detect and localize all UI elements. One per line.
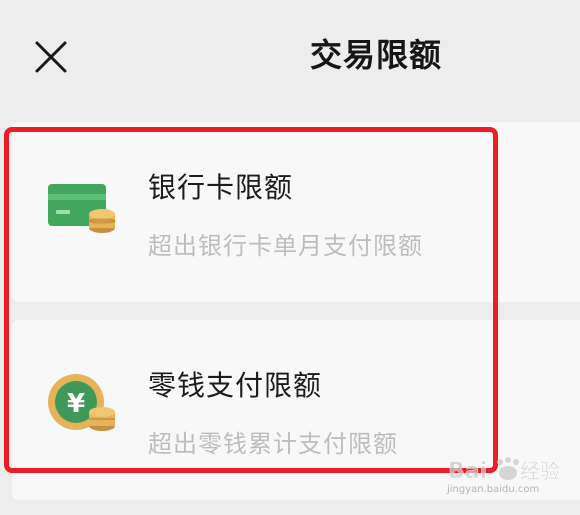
close-icon bbox=[35, 41, 67, 73]
wallet-yuan-coins-icon: ¥ bbox=[46, 370, 126, 440]
wallet-limit-subtitle: 超出零钱累计支付限额 bbox=[148, 430, 398, 458]
watermark-url: jingyan.baidu.com bbox=[447, 484, 540, 495]
svg-text:¥: ¥ bbox=[67, 389, 85, 419]
page-title: 交易限额 bbox=[310, 36, 443, 74]
svg-text:经验: 经验 bbox=[520, 459, 560, 483]
svg-text:Bai: Bai bbox=[448, 459, 487, 484]
wallet-limit-title: 零钱支付限额 bbox=[148, 369, 323, 402]
header-bar: 交易限额 bbox=[0, 0, 580, 118]
bank-card-limit-item[interactable]: 银行卡限额 超出银行卡单月支付限额 bbox=[12, 122, 580, 302]
bank-card-limit-subtitle: 超出银行卡单月支付限额 bbox=[148, 232, 423, 260]
bank-card-limit-title: 银行卡限额 bbox=[148, 171, 294, 204]
bank-card-coins-icon bbox=[46, 180, 126, 250]
close-button[interactable] bbox=[26, 32, 76, 82]
